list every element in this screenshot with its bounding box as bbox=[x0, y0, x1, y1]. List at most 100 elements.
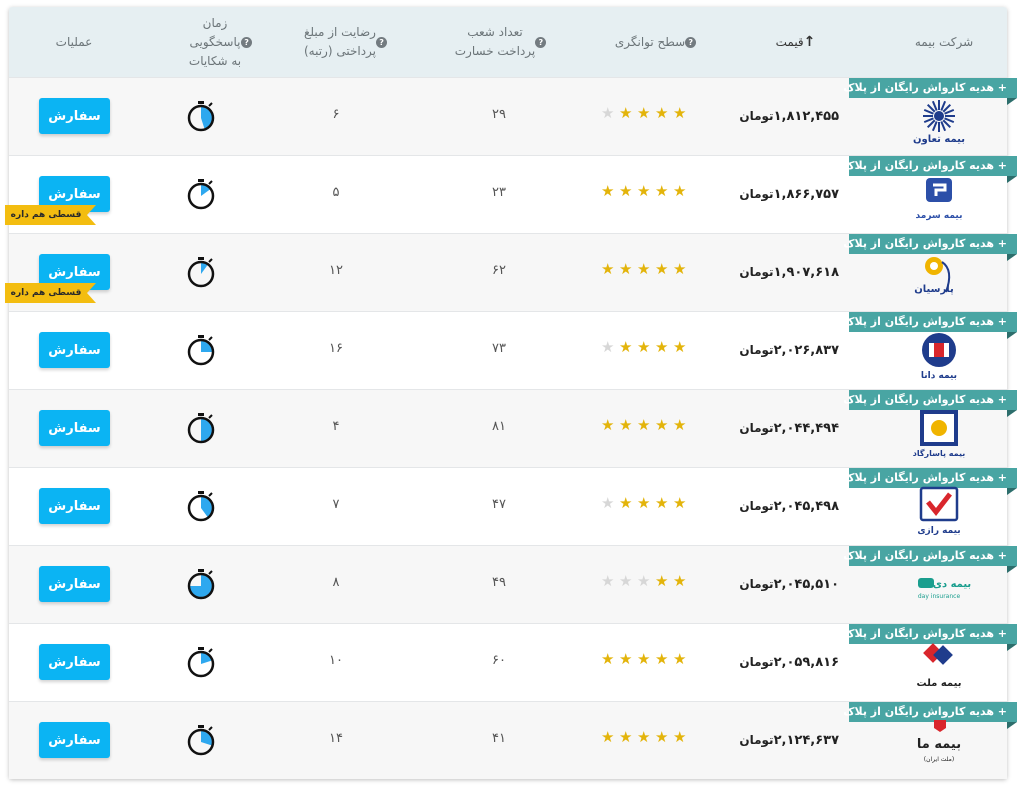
star-icon: ★ bbox=[655, 338, 669, 356]
order-button[interactable]: سفارش bbox=[39, 410, 110, 446]
header-company: شرکت بیمه bbox=[914, 34, 974, 49]
question-circle-icon[interactable]: ? bbox=[685, 36, 697, 48]
star-icon: ★ bbox=[655, 650, 669, 668]
satisfaction-rank: ۱۴ bbox=[329, 731, 343, 746]
question-circle-icon[interactable]: ? bbox=[376, 36, 388, 48]
price-currency: تومان bbox=[739, 421, 774, 435]
price-currency: تومان bbox=[739, 109, 774, 123]
stopwatch-icon bbox=[185, 567, 217, 601]
gift-ribbon-fold bbox=[1007, 566, 1017, 573]
star-icon: ★ bbox=[637, 260, 651, 278]
satisfaction-rank: ۶ bbox=[332, 107, 340, 122]
price-currency: تومان bbox=[739, 187, 774, 201]
ma-logo: بیمه ما (ملت ایران) bbox=[904, 720, 974, 770]
question-circle-icon[interactable]: ? bbox=[535, 36, 547, 48]
star-icon: ★ bbox=[655, 728, 669, 746]
solvency-rating: ★ ★ ★ ★ ★ bbox=[601, 262, 687, 280]
star-icon: ★ bbox=[619, 416, 633, 434]
star-icon: ★ bbox=[619, 572, 633, 590]
star-icon: ★ bbox=[619, 650, 633, 668]
table-row: + هدیه کارواش رایگان از پلاک بیمه دی day i… bbox=[9, 545, 1017, 623]
carwash-gift-badge: + هدیه کارواش رایگان از پلاک bbox=[843, 390, 1017, 410]
branches-count: ۶۰ bbox=[492, 653, 506, 668]
stopwatch-icon bbox=[185, 177, 217, 211]
star-icon: ★ bbox=[637, 494, 651, 512]
star-icon: ★ bbox=[637, 338, 651, 356]
table-row: + هدیه کارواش رایگان از پلاک بیمه رازی ۲,۰… bbox=[9, 467, 1017, 545]
price-currency: تومان bbox=[739, 655, 774, 669]
svg-text:بیمه ملت: بیمه ملت bbox=[917, 678, 962, 689]
sarmad-logo: بیمه سرمد bbox=[904, 174, 974, 224]
price-value: ۲,۰۴۴,۴۹۴تومان bbox=[727, 418, 839, 438]
star-icon: ★ bbox=[601, 650, 615, 668]
star-icon: ★ bbox=[619, 728, 633, 746]
star-icon: ★ bbox=[601, 260, 615, 278]
carwash-gift-badge: + هدیه کارواش رایگان از پلاک bbox=[843, 156, 1017, 176]
order-button[interactable]: سفارش bbox=[39, 98, 110, 134]
price-currency: تومان bbox=[739, 733, 774, 747]
price-amount: ۱,۸۶۶,۷۵۷ bbox=[773, 187, 839, 202]
order-button[interactable]: سفارش bbox=[39, 332, 110, 368]
stopwatch-icon bbox=[185, 255, 217, 289]
solvency-rating: ★ ★ ★ ★ ★ bbox=[601, 730, 687, 748]
insurance-comparison-table: شرکت بیمه قیمت ↑ سطح توانگری ? تعداد شعب… bbox=[9, 7, 1017, 779]
star-icon: ★ bbox=[601, 338, 615, 356]
svg-text:بیمه ما: بیمه ما bbox=[917, 737, 961, 752]
star-icon: ★ bbox=[637, 416, 651, 434]
order-button[interactable]: سفارش bbox=[39, 644, 110, 680]
price-value: ۲,۰۴۵,۵۱۰تومان bbox=[727, 574, 839, 594]
table-header: شرکت بیمه قیمت ↑ سطح توانگری ? تعداد شعب… bbox=[9, 7, 1007, 77]
solvency-rating: ★ ★ ★ ★ ★ bbox=[601, 106, 687, 124]
solvency-rating: ★ ★ ★ ★ ★ bbox=[601, 340, 687, 358]
satisfaction-rank: ۵ bbox=[332, 185, 340, 200]
header-response-time: زمان پاسخگویی به شکایات ? bbox=[169, 7, 279, 77]
star-icon: ★ bbox=[655, 494, 669, 512]
carwash-gift-badge: + هدیه کارواش رایگان از پلاک bbox=[843, 78, 1017, 98]
price-value: ۲,۰۵۹,۸۱۶تومان bbox=[727, 652, 839, 672]
header-price-sort[interactable]: قیمت ↑ bbox=[749, 7, 849, 77]
satisfaction-rank: ۴ bbox=[332, 419, 340, 434]
header-branches: تعداد شعب پرداخت خسارت ? bbox=[449, 7, 559, 77]
solvency-rating: ★ ★ ★ ★ ★ bbox=[601, 496, 687, 514]
stopwatch-icon bbox=[185, 333, 217, 367]
svg-text:(ملت ایران): (ملت ایران) bbox=[924, 756, 954, 763]
star-icon: ★ bbox=[673, 182, 687, 200]
gift-ribbon-fold bbox=[1007, 98, 1017, 105]
solvency-rating: ★ ★ ★ ★ ★ bbox=[601, 574, 687, 592]
star-icon: ★ bbox=[673, 650, 687, 668]
star-icon: ★ bbox=[637, 650, 651, 668]
table-row: + هدیه کارواش رایگان از پلاک بیمه سرمد ۱,۸… bbox=[9, 155, 1017, 233]
table-row: + هدیه کارواش رایگان از پلاک بیمه پاسارگا… bbox=[9, 389, 1017, 467]
price-amount: ۲,۰۵۹,۸۱۶ bbox=[773, 655, 839, 670]
price-value: ۲,۱۲۴,۶۳۷تومان bbox=[727, 730, 839, 750]
star-icon: ★ bbox=[655, 416, 669, 434]
star-icon: ★ bbox=[601, 728, 615, 746]
branches-count: ۶۲ bbox=[492, 263, 506, 278]
question-circle-icon[interactable]: ? bbox=[241, 36, 253, 48]
carwash-gift-badge: + هدیه کارواش رایگان از پلاک bbox=[843, 624, 1017, 644]
mellat-logo: بیمه ملت bbox=[904, 642, 974, 692]
order-button[interactable]: سفارش bbox=[39, 722, 110, 758]
star-icon: ★ bbox=[655, 182, 669, 200]
star-icon: ★ bbox=[637, 104, 651, 122]
star-icon: ★ bbox=[619, 260, 633, 278]
solvency-rating: ★ ★ ★ ★ ★ bbox=[601, 652, 687, 670]
branches-count: ۴۷ bbox=[492, 497, 506, 512]
stopwatch-icon bbox=[185, 645, 217, 679]
price-value: ۱,۸۶۶,۷۵۷تومان bbox=[727, 184, 839, 204]
header-satisfaction: رضایت از مبلغ پرداختی (رتبه) ? bbox=[294, 7, 404, 77]
order-button[interactable]: سفارش bbox=[39, 488, 110, 524]
star-icon: ★ bbox=[673, 260, 687, 278]
gift-ribbon-fold bbox=[1007, 722, 1017, 729]
order-button[interactable]: سفارش bbox=[39, 566, 110, 602]
star-icon: ★ bbox=[673, 416, 687, 434]
star-icon: ★ bbox=[619, 182, 633, 200]
branches-count: ۷۳ bbox=[492, 341, 506, 356]
solvency-rating: ★ ★ ★ ★ ★ bbox=[601, 418, 687, 436]
branches-count: ۴۱ bbox=[492, 731, 506, 746]
gift-ribbon-fold bbox=[1007, 254, 1017, 261]
price-currency: تومان bbox=[739, 577, 774, 591]
price-amount: ۲,۰۴۵,۴۹۸ bbox=[773, 499, 839, 514]
svg-text:بیمه رازی: بیمه رازی bbox=[917, 526, 960, 536]
svg-text:بیمه دانا: بیمه دانا bbox=[921, 371, 957, 380]
